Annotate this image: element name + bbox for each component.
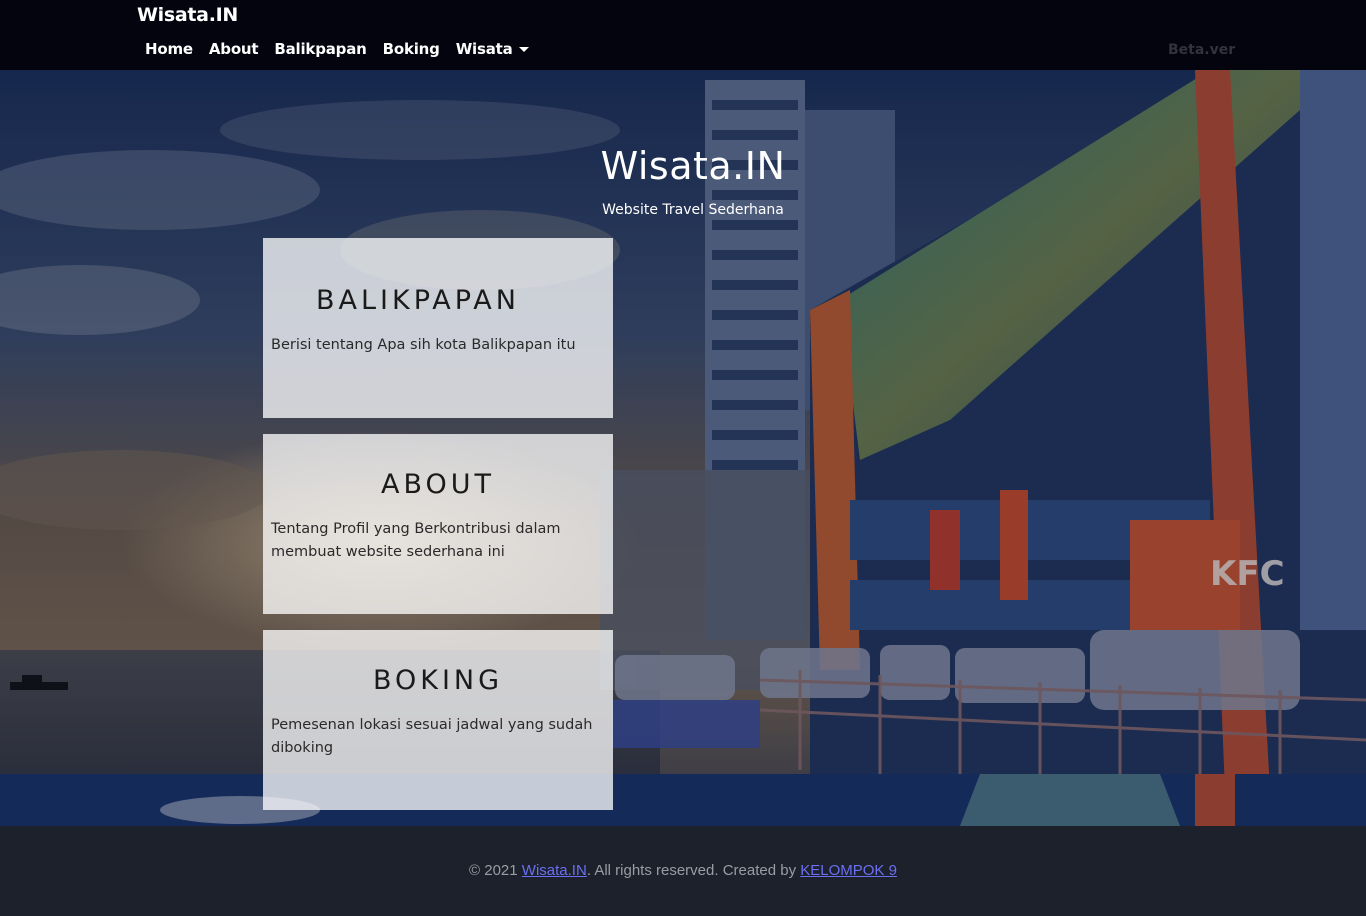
nav-link-about[interactable]: About (201, 40, 267, 58)
nav-links: Home About Balikpapan Boking Wisata (137, 40, 537, 58)
footer-prefix: © 2021 (469, 862, 522, 879)
footer: © 2021 Wisata.IN. All rights reserved. C… (0, 826, 1366, 916)
hero-title: Wisata.IN (600, 144, 786, 188)
hero-subtitle: Website Travel Sederhana (602, 202, 784, 218)
footer-site-link[interactable]: Wisata.IN (522, 862, 587, 879)
card-title: BOKING (372, 665, 504, 696)
card-boking[interactable]: BOKING Pemesenan lokasi sesuai jadwal ya… (263, 630, 613, 810)
card-description: Pemesenan lokasi sesuai jadwal yang suda… (271, 717, 593, 756)
nav-dropdown-wisata[interactable]: Wisata (448, 40, 537, 58)
brand-logo-link[interactable]: Wisata.IN (137, 4, 238, 26)
navbar: Wisata.IN Home About Balikpapan Boking W… (0, 0, 1366, 70)
version-label: Beta.ver (1168, 42, 1236, 58)
footer-team-link[interactable]: KELOMPOK 9 (800, 862, 897, 879)
card-description: Tentang Profil yang Berkontribusi dalam … (271, 521, 561, 560)
footer-middle-text: . All rights reserved. Created by (586, 862, 801, 879)
card-balikpapan[interactable]: BALIKPAPAN Berisi tentang Apa sih kota B… (263, 238, 613, 418)
hero-section: KFC Wisata.IN Website Travel Sederhana B… (0, 70, 1366, 826)
nav-link-balikpapan[interactable]: Balikpapan (266, 40, 374, 58)
card-title: BALIKPAPAN (316, 285, 520, 316)
card-title: ABOUT (380, 469, 496, 500)
card-about[interactable]: ABOUT Tentang Profil yang Berkontribusi … (263, 434, 613, 614)
card-description: Berisi tentang Apa sih kota Balikpapan i… (271, 337, 576, 353)
nav-link-boking[interactable]: Boking (375, 40, 448, 58)
footer-copyright: © 2021 Wisata.IN. All rights reserved. C… (0, 862, 1366, 879)
nav-dropdown-wisata-label: Wisata (455, 40, 513, 58)
chevron-down-icon (518, 46, 529, 52)
nav-link-home[interactable]: Home (137, 40, 201, 58)
